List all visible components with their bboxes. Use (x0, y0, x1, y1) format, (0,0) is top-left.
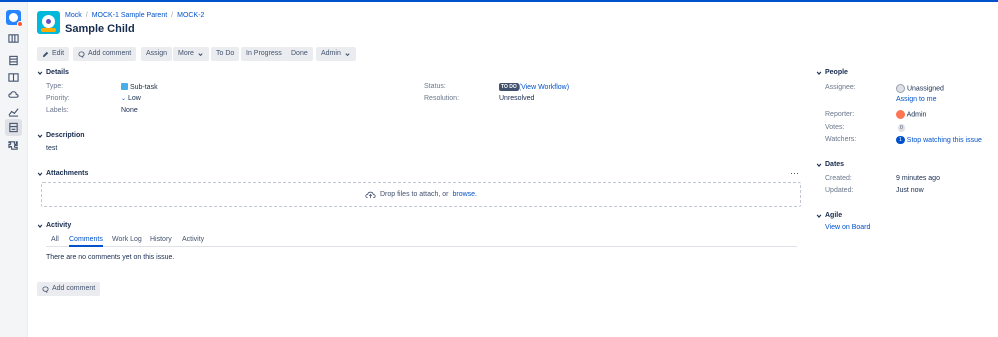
reporter-label: Reporter: (825, 111, 855, 118)
reporter-value: Admin (896, 110, 926, 119)
updated-value: Just now (896, 187, 924, 194)
status-value: TO DO (View Workflow) (499, 83, 569, 91)
chart-icon[interactable] (8, 106, 19, 117)
details-section-toggle[interactable]: Details (37, 69, 69, 76)
tab-history[interactable]: History (150, 236, 172, 243)
issues-icon[interactable] (5, 119, 22, 136)
tab-all[interactable]: All (51, 236, 59, 243)
labels-value: None (121, 107, 138, 114)
components-icon[interactable] (8, 140, 19, 151)
type-label: Type: (46, 83, 64, 90)
assignee-label: Assignee: (825, 84, 856, 91)
chevron-down-icon (816, 163, 822, 167)
done-button[interactable]: Done (286, 47, 313, 61)
view-on-board-link[interactable]: View on Board (825, 224, 870, 231)
watchers-count-badge: 1 (896, 136, 905, 144)
releases-icon[interactable] (8, 89, 19, 100)
status-label: Status: (424, 83, 446, 90)
watchers-value: 1 Stop watching this issue (896, 136, 982, 144)
breadcrumb-parent-issue[interactable]: MOCK-1 Sample Parent (92, 12, 167, 19)
created-value: 9 minutes ago (896, 175, 940, 182)
add-comment-button[interactable]: Add comment (73, 47, 137, 61)
assignee-value: Unassigned (896, 84, 944, 93)
attachments-section-toggle[interactable]: Attachments (37, 170, 88, 177)
tab-work-log[interactable]: Work Log (112, 236, 142, 243)
priority-value: ⌄ Low (121, 95, 141, 102)
bottom-add-comment-button[interactable]: Add comment (37, 282, 101, 296)
chevron-down-icon (816, 214, 822, 218)
priority-label: Priority: (46, 95, 70, 102)
reports-icon[interactable] (8, 72, 19, 83)
page-title: Sample Child (65, 23, 135, 35)
chevron-down-icon (37, 71, 43, 75)
chevron-down-icon (198, 52, 203, 56)
priority-low-icon: ⌄ (121, 96, 127, 102)
attachment-dropzone[interactable]: Drop files to attach, or browse. (41, 182, 801, 207)
labels-label: Labels: (46, 107, 69, 114)
assign-to-me-link[interactable]: Assign to me (896, 96, 936, 103)
edit-button[interactable]: Edit (37, 47, 70, 61)
project-sidebar (0, 2, 28, 337)
resolution-label: Resolution: (424, 95, 460, 102)
watchers-label: Watchers: (825, 136, 857, 143)
chevron-down-icon (345, 52, 350, 56)
comment-icon (42, 285, 49, 293)
admin-avatar-icon (896, 110, 905, 119)
type-value: Sub-task (121, 83, 158, 91)
tab-comments[interactable]: Comments (69, 236, 103, 247)
people-section-toggle[interactable]: People (816, 69, 848, 76)
dropzone-text: Drop files to attach, or (380, 191, 449, 198)
chevron-down-icon (37, 134, 43, 138)
no-comments-text: There are no comments yet on this issue. (46, 254, 175, 261)
chevron-down-icon (37, 172, 43, 176)
to-do-button[interactable]: To Do (211, 47, 240, 61)
activity-section-toggle[interactable]: Activity (37, 222, 71, 229)
breadcrumb-issue-key[interactable]: MOCK-2 (177, 12, 204, 19)
activity-tabs: All Comments Work Log History Activity (46, 235, 797, 247)
votes-count[interactable]: 0 (898, 124, 905, 132)
chevron-down-icon (816, 71, 822, 75)
dates-section-toggle[interactable]: Dates (816, 161, 844, 168)
backlog-icon[interactable] (8, 55, 19, 66)
created-label: Created: (825, 175, 852, 182)
breadcrumb-project[interactable]: Mock (65, 12, 82, 19)
assign-button[interactable]: Assign (141, 47, 173, 61)
board-icon[interactable] (8, 33, 19, 44)
breadcrumb: Mock / MOCK-1 Sample Parent / MOCK-2 (65, 12, 205, 19)
chevron-down-icon (37, 224, 43, 228)
app-logo-icon[interactable] (6, 10, 23, 27)
more-button[interactable]: More (173, 47, 209, 61)
pencil-icon (42, 51, 49, 57)
stop-watching-link[interactable]: Stop watching this issue (907, 137, 982, 144)
resolution-value: Unresolved (499, 95, 535, 102)
tab-activity[interactable]: Activity (182, 236, 204, 243)
top-accent-bar (0, 0, 998, 2)
unassigned-avatar-icon (896, 84, 905, 93)
attachments-more-icon[interactable]: ⋯ (790, 168, 799, 179)
updated-label: Updated: (825, 187, 854, 194)
admin-button[interactable]: Admin (316, 47, 356, 61)
view-workflow-link[interactable]: (View Workflow) (519, 84, 569, 91)
browse-link[interactable]: browse. (452, 191, 477, 198)
comment-icon (78, 50, 85, 58)
agile-section-toggle[interactable]: Agile (816, 212, 842, 219)
cloud-upload-icon (365, 191, 376, 199)
description-section-toggle[interactable]: Description (37, 132, 85, 139)
in-progress-button[interactable]: In Progress (241, 47, 287, 61)
votes-label: Votes: (825, 124, 845, 131)
project-avatar[interactable] (37, 11, 60, 34)
description-text[interactable]: test (46, 145, 57, 152)
subtask-icon (121, 83, 128, 90)
status-badge: TO DO (499, 83, 519, 91)
